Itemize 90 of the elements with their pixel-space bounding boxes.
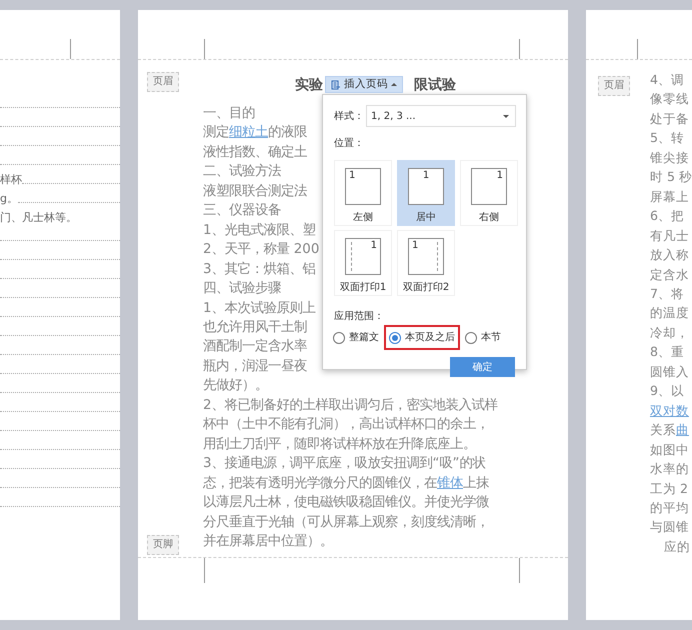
- body-text: 9、以: [650, 382, 684, 400]
- body-text: 4、调: [650, 71, 684, 89]
- body-text: 的温度: [650, 304, 689, 322]
- body-text: 分尺垂直于光轴（可从屏幕上观察，刻度线清晰，: [203, 514, 489, 532]
- body-text: 用刮土刀刮平，随即将试样杯放在升降底座上。: [203, 436, 476, 454]
- field-label: 应用范围：: [334, 310, 385, 324]
- body-text: 以薄层凡士林，使电磁铁吸稳固锥仪。并使光学微: [203, 494, 489, 512]
- corner-mark: [204, 558, 205, 583]
- radio-label[interactable]: 本节: [481, 330, 501, 345]
- document-title: 实验: [295, 78, 323, 93]
- body-text: 锥尖接: [650, 148, 689, 167]
- body-text: 如图中: [650, 440, 689, 459]
- position-label: 右侧: [479, 211, 499, 225]
- body-text: 关系曲: [650, 421, 689, 440]
- body-text: 瓶内，润湿一昼夜: [203, 358, 307, 376]
- field-label: 位置：: [334, 136, 365, 151]
- body-text: 1、本次试验原则上: [203, 300, 316, 318]
- body-text: 圆锥入: [650, 362, 689, 381]
- radio-button[interactable]: [333, 332, 345, 344]
- body-text: 3、接通电源，调平底座，吸放安扭调到“吸”的状: [203, 454, 486, 474]
- body-text: 屏幕上: [650, 188, 689, 206]
- toc-entry-text: 样杯: [0, 172, 22, 188]
- body-text: 二、试验方法: [203, 162, 281, 182]
- body-text: 水率的: [650, 460, 689, 478]
- body-text: 与圆锥: [650, 518, 689, 536]
- caret-icon: [503, 114, 509, 118]
- position-option[interactable]: 1 左侧: [334, 160, 392, 226]
- body-text: 5、转: [650, 129, 684, 148]
- field-label: 样式：: [334, 110, 364, 124]
- position-label: 双面打印1: [340, 280, 386, 295]
- radio-label[interactable]: 整篇文: [349, 330, 379, 345]
- corner-mark: [204, 39, 205, 59]
- body-text: 1、光电式液限、塑: [203, 222, 316, 240]
- position-label: 左侧: [353, 211, 373, 225]
- body-text: 时 5 秒: [650, 168, 692, 186]
- body-text: 冷却，: [650, 324, 689, 342]
- body-text: 杯中（土中不能有孔洞），高出试样杯口的余土，: [203, 416, 489, 434]
- caret-icon: [391, 83, 397, 86]
- header-tag[interactable]: 页眉: [598, 76, 630, 96]
- body-text: 一、目的: [203, 105, 255, 123]
- position-option[interactable]: 1 居中: [397, 160, 455, 226]
- body-text: 有凡士: [650, 226, 689, 245]
- body-text: 定含水: [650, 266, 689, 284]
- position-option[interactable]: 1 右侧: [460, 160, 518, 226]
- page-number: 1: [370, 240, 377, 253]
- radio-label[interactable]: 本页及之后: [405, 330, 455, 345]
- corner-mark: [637, 39, 638, 59]
- body-text: 放入称: [650, 246, 689, 264]
- document-title: 限试验: [414, 78, 456, 93]
- toc-entry-text: g。: [0, 190, 18, 206]
- position-option[interactable]: 1 双面打印1: [334, 230, 392, 296]
- body-text: 并在屏幕居中位置）。: [203, 532, 333, 551]
- style-select[interactable]: 1, 2, 3 ...: [366, 105, 516, 127]
- body-text: 也允许用风干土制: [203, 318, 307, 337]
- body-text: 像零线: [650, 90, 689, 108]
- body-text: 2、将已制备好的土样取出调匀后，密实地装入试样: [203, 396, 498, 415]
- body-text: 2、天平，称量 200: [203, 241, 320, 260]
- header-tag[interactable]: 页眉: [147, 72, 179, 92]
- body-text: 态，把装有透明光学微分尺的圆锥仪，在锥体上抹: [203, 474, 489, 493]
- page-number: 1: [496, 170, 503, 183]
- footer-tag[interactable]: 页脚: [147, 535, 179, 555]
- body-text: 液塑限联合测定法: [203, 182, 307, 201]
- insert-page-number-button[interactable]: 插入页码: [325, 76, 403, 93]
- page-number: 1: [349, 170, 356, 183]
- page-number-icon: [331, 80, 341, 90]
- body-text: 四、试验步骤: [203, 280, 281, 298]
- position-option[interactable]: 1 双面打印2: [397, 230, 455, 296]
- body-text: 工为 2: [650, 480, 688, 498]
- corner-mark: [519, 558, 520, 583]
- page-number: 1: [412, 240, 418, 253]
- body-text: 3、其它：烘箱、铝: [203, 260, 316, 279]
- corner-mark: [519, 39, 520, 59]
- body-text: 三、仪器设备: [203, 202, 281, 220]
- body-text: 8、重: [650, 343, 684, 362]
- body-text: 液性指数、确定土: [203, 144, 307, 162]
- body-text: 先做好）。: [203, 376, 268, 396]
- radio-button[interactable]: [389, 332, 401, 344]
- body-text: 6、把: [650, 207, 684, 226]
- body-text: 的平均: [650, 498, 689, 517]
- body-text: 处于备: [650, 110, 689, 128]
- corner-mark: [70, 39, 71, 59]
- body-text: 酒配制一定含水率: [203, 338, 307, 356]
- position-label: 双面打印2: [402, 280, 450, 295]
- position-label: 居中: [416, 210, 436, 225]
- body-text: 门、凡士林等。: [0, 210, 77, 226]
- body-text: 7、将: [650, 284, 684, 303]
- page-number: 1: [422, 170, 430, 183]
- body-text: 应的: [662, 538, 690, 556]
- body-text: 测定细粒土的液限: [203, 124, 307, 142]
- radio-button[interactable]: [465, 332, 477, 344]
